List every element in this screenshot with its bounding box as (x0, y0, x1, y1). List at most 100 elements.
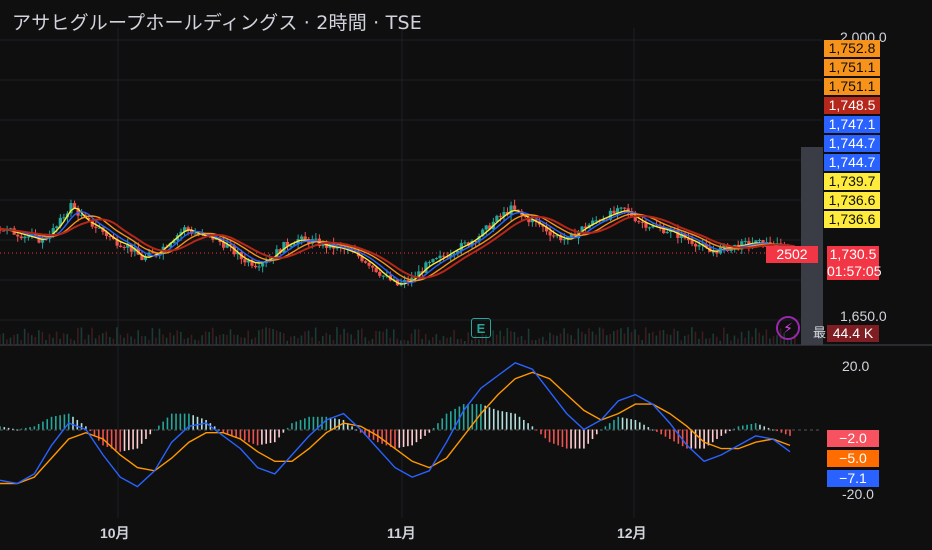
volume-bar (673, 328, 675, 345)
macd-histogram-bar (729, 429, 731, 432)
volume-bar (290, 336, 292, 345)
symbol-tag: 2502 (766, 246, 818, 263)
macd-histogram-bar (591, 429, 594, 440)
macd-histogram-bar (561, 429, 564, 447)
volume-bar (765, 329, 768, 345)
earnings-marker[interactable]: E (471, 318, 491, 338)
volume-bar (311, 337, 313, 345)
volume-bar (80, 327, 83, 345)
volume-bar (698, 338, 700, 345)
volume-bar (730, 340, 732, 345)
macd-histogram-bar (415, 429, 418, 443)
macd-histogram-bar (763, 426, 766, 430)
candle-body (374, 267, 378, 272)
macd-histogram-bar (510, 412, 512, 430)
volume-bar (495, 334, 498, 345)
macd-histogram-bar (286, 427, 289, 430)
volume-bar (282, 333, 285, 345)
chart-canvas[interactable] (0, 0, 932, 550)
macd-histogram-bar (643, 424, 645, 430)
volume-bar (45, 339, 47, 345)
macd-histogram-bar (544, 429, 547, 439)
macd-histogram-bar (149, 429, 152, 435)
volume-bar (41, 331, 44, 345)
price-tag: 1,736.6 (824, 192, 880, 209)
macd-histogram-bar (179, 413, 182, 430)
volume-bar (23, 328, 26, 345)
macd-histogram-bar (158, 425, 160, 430)
volume-bar (683, 335, 686, 345)
volume-bar (233, 334, 235, 345)
x-label-oct: 10月 (100, 525, 130, 541)
volume-bar (176, 330, 179, 345)
volume-bar (194, 339, 196, 345)
price-tag: 1,744.7 (824, 154, 880, 171)
volume-bar (786, 339, 789, 345)
volume-bar (666, 333, 668, 345)
macd-histogram-bar (419, 429, 422, 440)
volume-bar (183, 339, 186, 345)
macd-histogram-bar (574, 429, 577, 449)
macd-histogram-bar (746, 424, 748, 430)
macd-histogram-bar (93, 429, 96, 436)
volume-bar (30, 335, 33, 345)
macd-histogram-bar (514, 413, 517, 430)
volume-bar (467, 332, 470, 345)
candle-body (16, 234, 20, 237)
volume-bar (137, 330, 140, 345)
volume-bar (733, 335, 736, 345)
volume-bar (332, 339, 335, 345)
candle-body (94, 226, 98, 228)
macd-histogram-bar (497, 410, 499, 430)
macd-histogram-bar (351, 426, 353, 430)
volume-bar (456, 339, 459, 345)
volume-bar (204, 331, 207, 345)
macd-histogram-bar (16, 429, 18, 431)
volume-bar (116, 327, 118, 345)
macd-histogram-bar (153, 429, 156, 431)
macd-histogram-bar (694, 429, 697, 449)
lightning-icon[interactable]: ⚡ (776, 316, 800, 340)
candle-body (122, 247, 126, 249)
volume-bar (314, 327, 317, 345)
volume-bar (385, 328, 388, 345)
volume-bar (222, 334, 225, 345)
macd-histogram-bar (183, 413, 186, 430)
macd-histogram-bar (441, 418, 444, 430)
macd-histogram-bar (523, 419, 525, 430)
macd-line-tag: −7.1 (827, 470, 879, 487)
macd-histogram-bar (424, 429, 426, 436)
volume-bar (499, 330, 502, 345)
macd-histogram-bar (664, 429, 667, 437)
volume-bar (130, 336, 132, 345)
candle-body (640, 221, 644, 223)
volume-bar (48, 334, 51, 345)
candle-body (72, 203, 77, 209)
candle-body (697, 245, 701, 247)
macd-histogram-bar (398, 429, 401, 448)
volume-bar (403, 339, 406, 345)
macd-histogram-bar (295, 421, 298, 430)
volume-bar (524, 339, 526, 345)
volume-bar (772, 336, 775, 345)
macd-histogram-bar (587, 429, 590, 444)
volume-bar (208, 331, 210, 345)
macd-histogram-bar (123, 429, 126, 451)
volume-bar (687, 334, 690, 345)
candle-body (509, 205, 513, 215)
macd-histogram-bar (140, 429, 143, 444)
price-axis-bottom-label: 1,650.0 (840, 308, 887, 324)
volume-bar (98, 335, 100, 345)
volume-bar (318, 340, 321, 345)
macd-histogram-bar (0, 426, 1, 430)
macd-histogram-bar (557, 429, 559, 446)
volume-bar (552, 334, 555, 345)
volume-bar (708, 338, 711, 345)
macd-histogram-bar (600, 429, 602, 431)
volume-bar (478, 339, 480, 345)
macd-histogram-bar (243, 429, 246, 441)
volume-bar (648, 333, 651, 345)
macd-histogram-bar (42, 421, 44, 430)
chart-title: アサヒグループホールディングス · 2時間 · TSE (12, 12, 422, 34)
macd-histogram-bar (716, 429, 718, 440)
